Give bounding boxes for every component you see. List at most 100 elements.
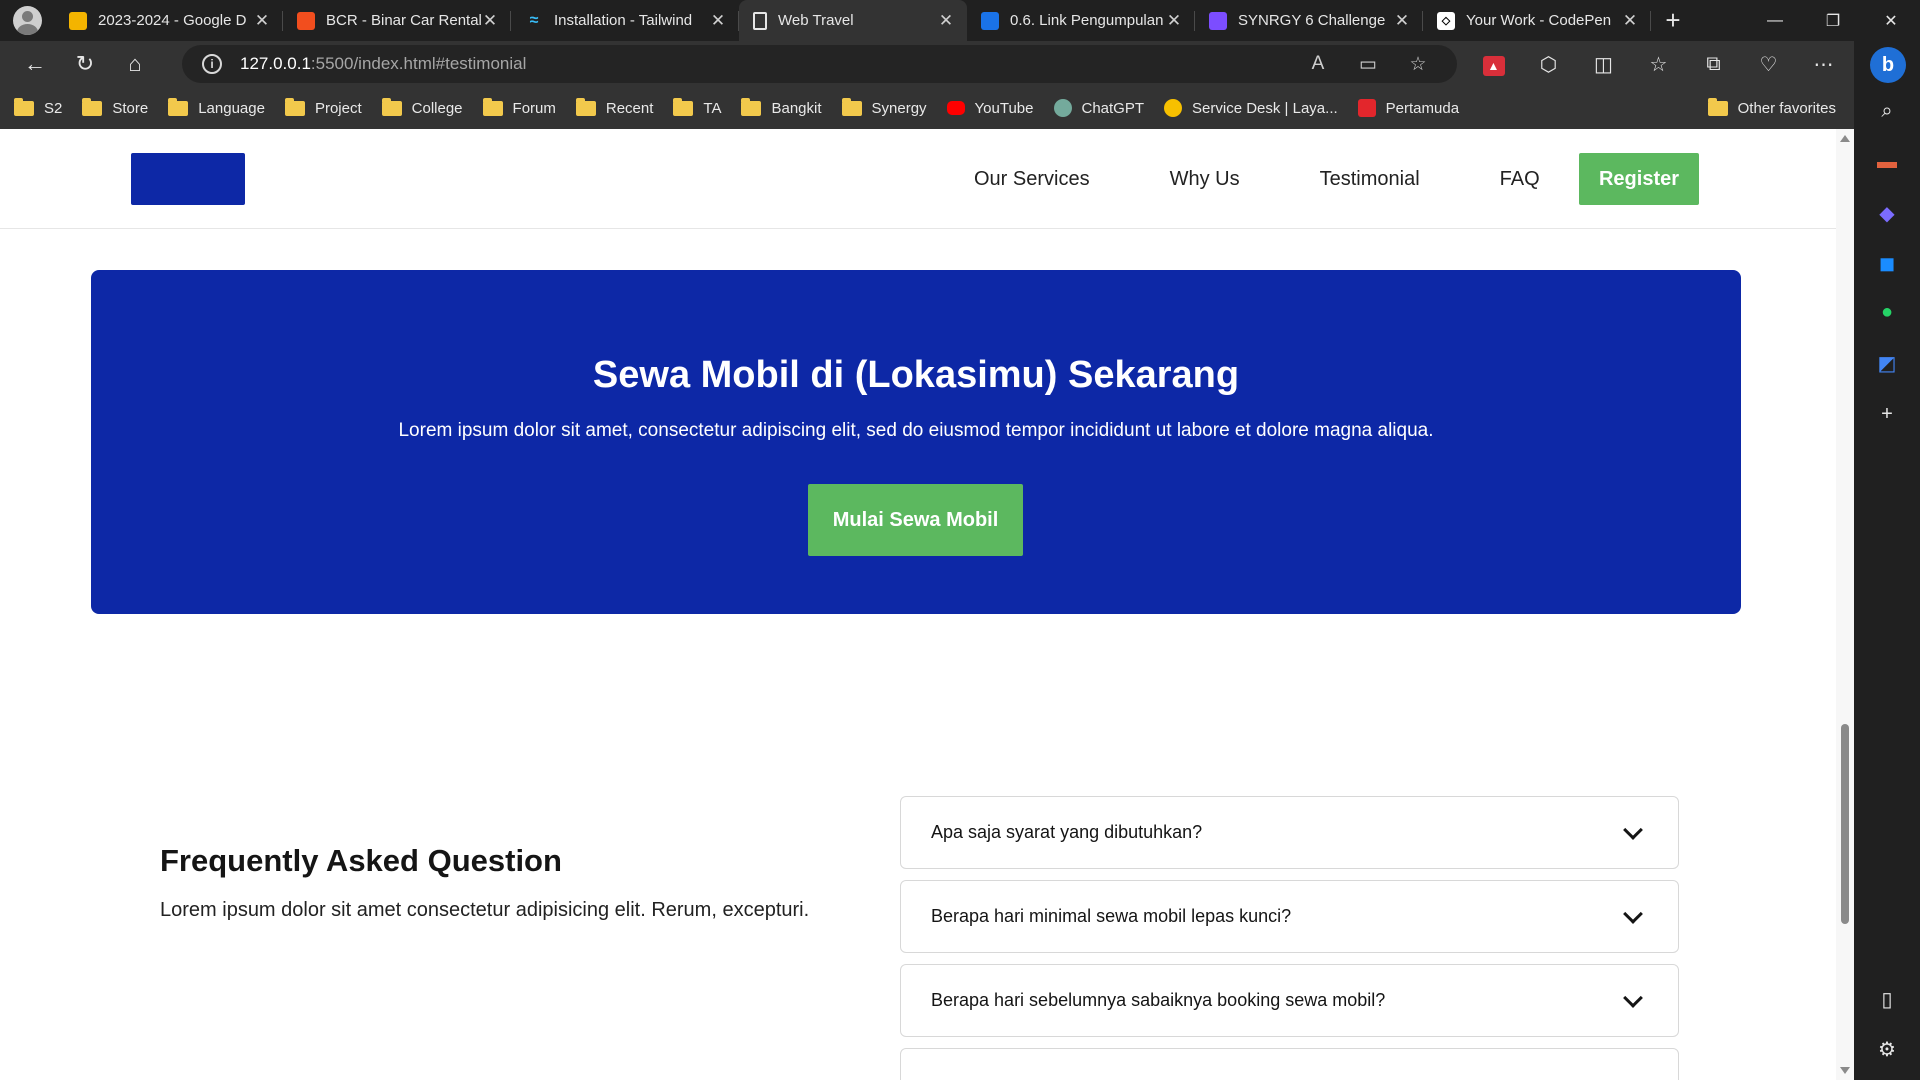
back-icon[interactable]: ← (10, 51, 60, 77)
bookmark-label: College (411, 99, 463, 117)
search-icon[interactable]: ⌕ (1854, 100, 1920, 123)
favorite-star-icon[interactable]: ☆ (1393, 53, 1443, 76)
folder-icon (673, 97, 694, 116)
faq-item[interactable]: Apa saja syarat yang dibutuhkan? (900, 796, 1679, 869)
read-aloud-icon[interactable]: A (1293, 53, 1343, 76)
nav-our-services[interactable]: Our Services (974, 168, 1090, 191)
browser-tab[interactable]: 2023-2024 - Google D ✕ (55, 0, 283, 41)
faq-item-partial[interactable] (900, 1048, 1679, 1080)
tab-title: Installation - Tailwind (554, 12, 693, 29)
performance-icon[interactable]: ♡ (1741, 52, 1796, 77)
profile-button[interactable] (0, 0, 55, 41)
other-favorites[interactable]: Other favorites (1707, 97, 1836, 117)
close-window-icon[interactable]: ✕ (1862, 0, 1920, 41)
split-screen-icon[interactable]: ◫ (1576, 52, 1631, 77)
faq-item[interactable]: Berapa hari minimal sewa mobil lepas kun… (900, 880, 1679, 953)
more-menu-icon[interactable]: ⋯ (1796, 52, 1851, 77)
bookmark-label: Service Desk | Laya... (1192, 99, 1338, 117)
close-tab-icon[interactable]: ✕ (1393, 11, 1411, 31)
immersive-reader-icon[interactable]: ▭ (1343, 53, 1393, 76)
url-path: :5500/index.html#testimonial (310, 54, 527, 73)
extension-icon[interactable]: ▲ (1466, 53, 1521, 76)
site-info-icon[interactable]: i (202, 54, 222, 74)
bookmark-label: Language (198, 99, 265, 117)
bookmark-pertamuda[interactable]: Pertamuda (1357, 99, 1459, 117)
outlook-icon[interactable]: ◼ (1854, 251, 1920, 276)
bookmark-youtube[interactable]: YouTube (946, 100, 1034, 117)
page-scrollbar[interactable] (1836, 129, 1854, 1080)
close-tab-icon[interactable]: ✕ (709, 11, 727, 31)
cta-banner: Sewa Mobil di (Lokasimu) Sekarang Lorem … (91, 270, 1741, 614)
address-bar[interactable]: i 127.0.0.1:5500/index.html#testimonial … (182, 45, 1457, 83)
tools-icon[interactable]: ▬ (1854, 151, 1920, 174)
tab-title: BCR - Binar Car Rental (326, 12, 481, 29)
bing-copilot-icon[interactable]: b (1870, 47, 1906, 83)
favorites-icon[interactable]: ☆ (1631, 52, 1686, 77)
close-tab-icon[interactable]: ✕ (253, 11, 271, 31)
youtube-icon (946, 101, 965, 115)
scroll-down-arrow-icon[interactable] (1840, 1067, 1850, 1074)
extensions-icon[interactable]: ⬡ (1521, 52, 1576, 77)
chevron-down-icon[interactable] (1623, 903, 1643, 924)
close-tab-icon[interactable]: ✕ (1621, 11, 1639, 31)
tab-title: 2023-2024 - Google D (98, 12, 247, 29)
whatsapp-icon[interactable]: ● (1854, 301, 1920, 324)
bookmark-chatgpt[interactable]: ChatGPT (1053, 99, 1144, 117)
bookmark-service-desk[interactable]: Service Desk | Laya... (1164, 99, 1338, 117)
forms-icon (1209, 11, 1227, 30)
close-tab-icon[interactable]: ✕ (481, 11, 499, 31)
bookmark-folder[interactable]: College (381, 97, 463, 117)
settings-gear-icon[interactable]: ⚙ (1854, 1037, 1920, 1062)
reload-icon[interactable]: ↻ (60, 51, 110, 77)
bookmark-folder[interactable]: TA (673, 97, 721, 117)
browser-tab[interactable]: ≈ Installation - Tailwind ✕ (511, 0, 739, 41)
folder-icon (482, 97, 503, 116)
folder-icon (575, 97, 596, 116)
browser-tab[interactable]: 0.6. Link Pengumpulan ✕ (967, 0, 1195, 41)
service-desk-icon (1164, 99, 1183, 117)
bookmark-folder[interactable]: Bangkit (741, 97, 822, 117)
faq-item[interactable]: Berapa hari sebelumnya sabaiknya booking… (900, 964, 1679, 1037)
browser-tab-active[interactable]: Web Travel ✕ (739, 0, 967, 41)
folder-icon (168, 97, 189, 116)
bookmark-label: Forum (512, 99, 556, 117)
browser-tab[interactable]: SYNRGY 6 Challenge ✕ (1195, 0, 1423, 41)
chevron-down-icon[interactable] (1623, 987, 1643, 1008)
nav-why-us[interactable]: Why Us (1170, 168, 1240, 191)
home-icon[interactable]: ⌂ (110, 51, 160, 77)
start-rent-button[interactable]: Mulai Sewa Mobil (808, 484, 1023, 556)
collections-icon[interactable]: ⧉ (1686, 53, 1741, 76)
translate-icon[interactable]: ◩ (1854, 351, 1920, 376)
browser-tools: ▲ ⬡ ◫ ☆ ⧉ ♡ ⋯ (1466, 41, 1851, 87)
scroll-up-arrow-icon[interactable] (1840, 135, 1850, 142)
bookmark-folder[interactable]: Project (284, 97, 362, 117)
restore-icon[interactable]: ❐ (1804, 0, 1862, 41)
close-tab-icon[interactable]: ✕ (937, 11, 955, 31)
browser-tab[interactable]: ◇ Your Work - CodePen ✕ (1423, 0, 1651, 41)
close-tab-icon[interactable]: ✕ (1165, 11, 1183, 31)
bookmark-folder[interactable]: Forum (482, 97, 556, 117)
scrollbar-thumb[interactable] (1841, 724, 1849, 924)
bookmark-folder[interactable]: Store (82, 97, 148, 117)
new-tab-button[interactable]: + (1651, 0, 1695, 41)
bookmark-folder[interactable]: Recent (575, 97, 653, 117)
tab-title: Web Travel (778, 12, 854, 29)
nav-testimonial[interactable]: Testimonial (1320, 168, 1420, 191)
bookmark-folder[interactable]: Language (168, 97, 265, 117)
tailwind-icon: ≈ (529, 11, 539, 29)
folder-icon (381, 97, 402, 116)
register-button[interactable]: Register (1579, 153, 1699, 205)
minimize-icon[interactable]: — (1746, 0, 1804, 41)
browser-tab[interactable]: BCR - Binar Car Rental ✕ (283, 0, 511, 41)
hide-sidebar-icon[interactable]: ▯ (1854, 987, 1920, 1012)
chevron-down-icon[interactable] (1623, 819, 1643, 840)
google-drive-icon (69, 11, 87, 30)
nav-faq[interactable]: FAQ (1500, 168, 1540, 191)
copilot-icon[interactable]: ◆ (1854, 201, 1920, 226)
bookmark-folder[interactable]: S2 (14, 97, 62, 117)
site-logo[interactable] (131, 153, 245, 205)
url-text[interactable]: 127.0.0.1:5500/index.html#testimonial (240, 54, 526, 74)
add-sidebar-app-icon[interactable]: + (1854, 403, 1920, 426)
bookmarks-bar: S2 Store Language Project College Forum … (0, 87, 1854, 129)
bookmark-folder[interactable]: Synergy (841, 97, 927, 117)
